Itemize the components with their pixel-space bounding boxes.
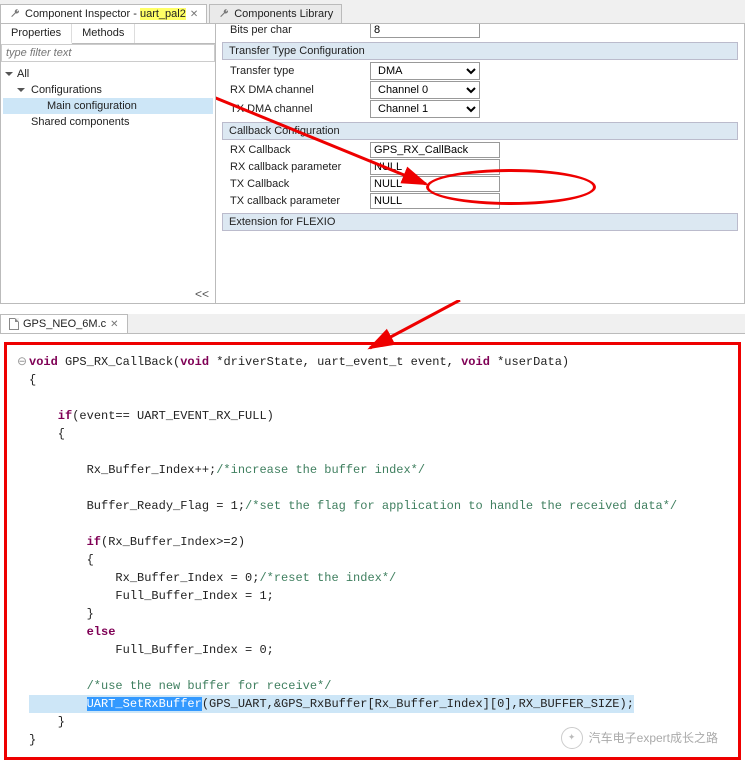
field-label: Bits per char [230, 24, 370, 36]
inspector-left-pane: Properties Methods All Configurations Ma… [1, 24, 216, 303]
config-tree: All Configurations Main configuration Sh… [1, 62, 215, 178]
tab-code-file[interactable]: GPS_NEO_6M.c ✕ [0, 314, 128, 333]
caret-down-icon [5, 70, 13, 78]
transfer-type-select[interactable]: DMA [370, 62, 480, 80]
properties-panel: Bits per char Transfer Type Configuratio… [216, 24, 744, 303]
tab-components-library[interactable]: Components Library [209, 4, 342, 23]
wrench-icon [9, 8, 21, 20]
editor-tabbar: Component Inspector - uart_pal2 ✕ Compon… [0, 0, 745, 24]
tx-callback-input[interactable] [370, 176, 500, 192]
inspector-pane: Properties Methods All Configurations Ma… [0, 24, 745, 304]
rx-dma-select[interactable]: Channel 0 [370, 81, 480, 99]
wrench-icon [218, 8, 230, 20]
caret-down-icon [17, 86, 25, 94]
field-label: RX callback parameter [230, 161, 370, 173]
field-label: RX DMA channel [230, 84, 370, 96]
tab-component-inspector[interactable]: Component Inspector - uart_pal2 ✕ [0, 4, 207, 23]
tx-callback-param-input[interactable] [370, 193, 500, 209]
rx-callback-param-input[interactable] [370, 159, 500, 175]
tab-label: GPS_NEO_6M.c [23, 318, 106, 330]
close-icon[interactable]: ✕ [190, 9, 198, 20]
field-label: TX callback parameter [230, 195, 370, 207]
code-editor[interactable]: ⊖void GPS_RX_CallBack(void *driverState,… [4, 342, 741, 760]
watermark: ✦ 汽车电子expert成长之路 [561, 727, 718, 749]
tx-dma-select[interactable]: Channel 1 [370, 100, 480, 118]
bits-per-char-input[interactable] [370, 24, 480, 38]
collapse-button[interactable]: << [1, 285, 215, 303]
section-flexio: Extension for FLEXIO [222, 213, 738, 231]
field-label: TX DMA channel [230, 103, 370, 115]
subtab-methods[interactable]: Methods [72, 24, 135, 43]
tree-main-configuration[interactable]: Main configuration [3, 98, 213, 114]
tab-label: Component Inspector - uart_pal2 [25, 8, 186, 20]
tree-configurations[interactable]: Configurations [3, 82, 213, 98]
section-callback: Callback Configuration [222, 122, 738, 140]
subtabs: Properties Methods [1, 24, 215, 44]
wechat-icon: ✦ [561, 727, 583, 749]
close-icon[interactable]: ✕ [110, 319, 118, 330]
subtab-properties[interactable]: Properties [1, 24, 72, 44]
field-label: Transfer type [230, 65, 370, 77]
field-label: RX Callback [230, 144, 370, 156]
filter-input[interactable] [1, 44, 215, 62]
tab-label: Components Library [234, 8, 333, 20]
rx-callback-input[interactable] [370, 142, 500, 158]
code-tabbar: GPS_NEO_6M.c ✕ [0, 314, 745, 334]
section-transfer: Transfer Type Configuration [222, 42, 738, 60]
tree-shared-components[interactable]: Shared components [3, 114, 213, 130]
file-icon [9, 318, 19, 330]
tree-all[interactable]: All [3, 66, 213, 82]
field-label: TX Callback [230, 178, 370, 190]
